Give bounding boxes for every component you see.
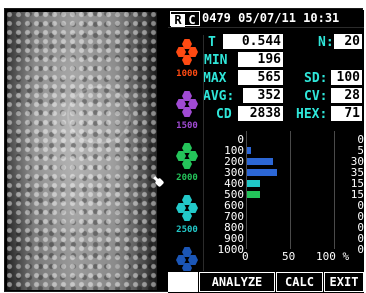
eye-mode-toggle[interactable]: RC	[170, 11, 200, 27]
histogram: 0 50 100 % 0 100 200 300 400 500 600 700 800 900 1…	[204, 131, 364, 269]
exit-button[interactable]: EXIT	[324, 272, 364, 292]
hist-bar-300	[247, 169, 277, 176]
n-label: N:	[318, 35, 334, 50]
density-legend: 1000 1500 2000 2500	[170, 35, 204, 290]
y-label-1000: 1000	[217, 243, 245, 256]
x-tick-50: 50	[282, 250, 296, 263]
calc-button[interactable]: CALC	[276, 272, 323, 292]
hist-bar-500	[247, 191, 260, 198]
top-bar: RC 0479 05/07/11 10:31	[168, 10, 364, 27]
cv-label: CV:	[304, 89, 328, 104]
hist-bar-100	[247, 147, 251, 154]
avg-label: AVG:	[203, 89, 235, 104]
button-bar: ANALYZE CALC EXIT	[168, 271, 364, 293]
analysis-panel: RC 0479 05/07/11 10:31 T 0.544 N: 20 MIN…	[168, 10, 364, 293]
legend-label-1000: 1000	[176, 69, 198, 79]
min-label: MIN	[204, 53, 228, 68]
mode-r[interactable]: R	[171, 14, 185, 27]
hex-value: 71	[331, 106, 362, 121]
sd-label: SD:	[304, 71, 328, 86]
max-label: MAX	[203, 71, 227, 86]
hist-grid-100	[334, 131, 335, 249]
hex-icon-2500	[176, 195, 198, 221]
hex-icon-2000	[176, 143, 198, 169]
hex-label: HEX:	[296, 107, 328, 122]
avg-value: 352	[243, 88, 283, 103]
t-label: T	[208, 35, 216, 50]
mode-c[interactable]: C	[185, 14, 199, 27]
t-value: 0.544	[223, 34, 283, 49]
hex-icon-1500	[176, 91, 198, 117]
blank-button[interactable]	[168, 272, 198, 292]
legend-1500: 1500	[173, 87, 201, 135]
screenshot-frame: RC 0479 05/07/11 10:31 T 0.544 N: 20 MIN…	[0, 0, 366, 293]
hist-bar-400	[247, 180, 260, 187]
endothelium-image	[7, 12, 157, 290]
legend-label-2500: 2500	[176, 225, 198, 235]
n-value: 20	[334, 34, 362, 49]
exam-datetime: 0479 05/07/11 10:31	[202, 11, 340, 25]
hist-bar-200	[247, 158, 273, 165]
right-count-1000: 0	[357, 243, 364, 256]
sd-value: 100	[331, 70, 362, 85]
hex-icon-3000	[176, 247, 198, 273]
hist-grid-50	[290, 131, 291, 249]
legend-2500: 2500	[173, 191, 201, 239]
cd-label: CD	[216, 107, 232, 122]
legend-label-1500: 1500	[176, 121, 198, 131]
min-value: 196	[238, 52, 283, 67]
hex-icon-1000	[176, 39, 198, 65]
legend-2000: 2000	[173, 139, 201, 187]
max-value: 565	[238, 70, 283, 85]
cv-value: 28	[331, 88, 362, 103]
legend-1000: 1000	[173, 35, 201, 83]
cd-value: 2838	[238, 106, 283, 121]
legend-label-2000: 2000	[176, 173, 198, 183]
analyze-button[interactable]: ANALYZE	[199, 272, 275, 292]
